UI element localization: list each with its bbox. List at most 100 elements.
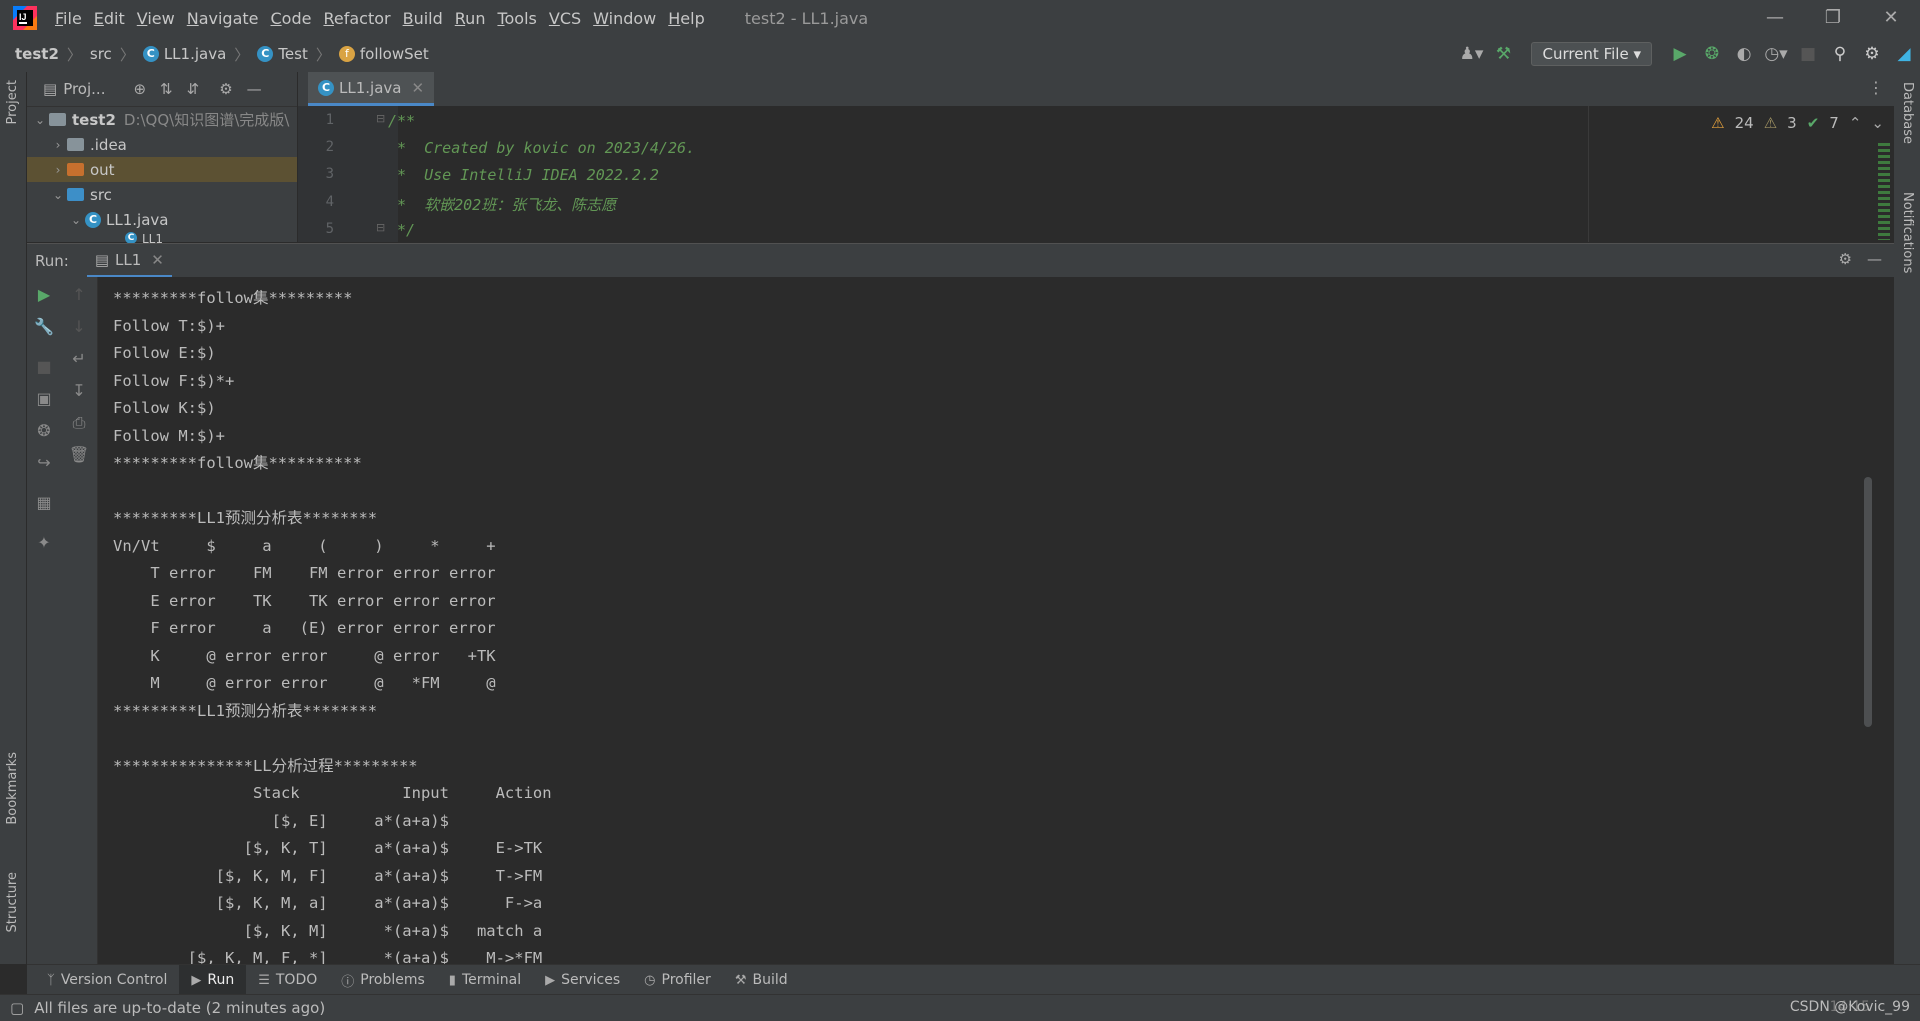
hide-panel-icon[interactable]: — — [1867, 250, 1882, 268]
camera-icon[interactable]: ▣ — [27, 389, 61, 408]
chevron-right-icon[interactable]: › — [49, 138, 67, 152]
tree-item-ll1-java[interactable]: ⌄ C LL1.java — [27, 207, 297, 232]
intellij-logo-icon[interactable]: IJ — [13, 6, 37, 30]
scroll-to-end-icon[interactable]: ↧ — [61, 381, 97, 400]
left-tool-stripe: Project Bookmarks Structure — [0, 72, 27, 964]
breadcrumb-project[interactable]: test2 — [15, 45, 59, 63]
rerun-icon[interactable]: ▶ — [27, 285, 61, 304]
console-output[interactable]: *********follow集********* Follow T:$)+ F… — [113, 285, 1853, 964]
restore-icon[interactable]: ❐ — [1804, 0, 1862, 36]
structure-tool-button[interactable]: Structure — [5, 872, 20, 932]
arrow-down-icon[interactable]: ↓ — [61, 317, 97, 336]
run-tab-ll1[interactable]: ▤ LL1 ✕ — [86, 244, 172, 278]
menu-window[interactable]: Window — [587, 9, 662, 28]
menu-navigate[interactable]: Navigate — [181, 9, 265, 28]
arrow-up-icon[interactable]: ↑ — [61, 285, 97, 304]
debug-icon[interactable]: ❂ — [1696, 44, 1728, 64]
menu-help[interactable]: Help — [662, 9, 710, 28]
breadcrumb-method[interactable]: followSet — [360, 45, 429, 63]
menu-tools[interactable]: Tools — [491, 9, 542, 28]
settings-gear-icon[interactable]: ⚙ — [219, 80, 232, 98]
project-tool-button[interactable]: Project — [5, 80, 20, 124]
chevron-right-icon[interactable]: › — [49, 163, 67, 177]
coverage-icon[interactable]: ◐ — [1728, 44, 1760, 64]
settings-gear-icon[interactable]: ⚙ — [1839, 250, 1852, 268]
java-class-icon: C — [142, 46, 159, 62]
tab-problems[interactable]: ⓘ Problems — [329, 965, 437, 995]
code-editor[interactable]: 1 2 3 4 5 ⊟ ⊟ /** * Created by kovic on … — [298, 106, 1894, 242]
tab-todo[interactable]: ☰ TODO — [246, 965, 329, 995]
menu-build[interactable]: Build — [397, 9, 449, 28]
line-gutter: 1 2 3 4 5 ⊟ ⊟ — [298, 106, 398, 242]
chevron-down-icon[interactable]: ⌄ — [1871, 114, 1884, 132]
close-tab-icon[interactable]: ✕ — [411, 79, 424, 97]
run-toolbar: ♟▾ ⚒ Current File ▾ ▶ ❂ ◐ ◷▾ ■ ⚲ ⚙ ◢ — [1455, 36, 1920, 72]
toolbox-icon[interactable]: ◢ — [1888, 44, 1920, 64]
pin-icon[interactable]: ✦ — [27, 533, 61, 552]
soft-wrap-icon[interactable]: ↵ — [61, 349, 97, 368]
stop-icon[interactable]: ■ — [27, 357, 61, 376]
database-tool-button[interactable]: Database — [1900, 82, 1915, 144]
print-icon[interactable]: ⎙ — [61, 413, 97, 433]
close-icon[interactable]: ✕ — [1862, 0, 1920, 36]
breadcrumb-class[interactable]: Test — [278, 45, 308, 63]
exit-icon[interactable]: ↪ — [27, 453, 61, 472]
bug-icon[interactable]: ❂ — [27, 421, 61, 440]
chevron-down-icon[interactable]: ⌄ — [67, 213, 85, 227]
breadcrumb-file[interactable]: LL1.java — [164, 45, 226, 63]
info-icon: ⓘ — [341, 974, 355, 990]
hide-panel-icon[interactable]: — — [247, 80, 262, 98]
editor-tab-ll1-java[interactable]: C LL1.java ✕ — [308, 72, 435, 106]
menu-view[interactable]: View — [131, 9, 181, 28]
menu-file[interactable]: File — [49, 9, 88, 28]
console-scrollbar[interactable] — [1864, 477, 1872, 727]
menu-run[interactable]: Run — [449, 9, 492, 28]
breadcrumb-src[interactable]: src — [90, 45, 112, 63]
chevron-down-icon[interactable]: ⌄ — [31, 113, 49, 127]
tree-item-out[interactable]: › out — [27, 157, 297, 182]
run-icon[interactable]: ▶ — [1664, 44, 1696, 64]
menu-vcs[interactable]: VCS — [543, 9, 587, 28]
wrench-icon[interactable]: 🔧 — [27, 317, 61, 336]
collapse-all-icon[interactable]: ⇵ — [187, 80, 200, 98]
tab-version-control[interactable]: ᛉ Version Control — [35, 965, 179, 995]
tab-profiler[interactable]: ◷ Profiler — [632, 965, 723, 995]
search-icon[interactable]: ⚲ — [1824, 44, 1856, 64]
tree-item-test2[interactable]: ⌄ test2 D:\QQ\知识图谱\完成版\ — [27, 107, 297, 132]
tab-run[interactable]: ▶ Run — [179, 965, 247, 995]
layout-toggle-icon[interactable]: ▢ — [10, 999, 24, 1017]
expand-all-icon[interactable]: ⇅ — [160, 80, 173, 98]
minimize-icon[interactable]: — — [1746, 0, 1804, 36]
menu-code[interactable]: Code — [265, 9, 318, 28]
chevron-up-icon[interactable]: ⌃ — [1849, 114, 1862, 132]
tree-item-idea[interactable]: › .idea — [27, 132, 297, 157]
settings-gear-icon[interactable]: ⚙ — [1856, 44, 1888, 64]
layout-icon[interactable]: ▦ — [27, 493, 61, 512]
bookmarks-tool-button[interactable]: Bookmarks — [5, 752, 20, 825]
chevron-down-icon[interactable]: ⌄ — [49, 188, 67, 202]
code-line: * Created by kovic on 2023/4/26. — [388, 139, 696, 157]
stop-icon[interactable]: ■ — [1792, 44, 1824, 64]
fold-icon[interactable]: ⊟ — [376, 221, 385, 234]
user-icon[interactable]: ♟▾ — [1455, 44, 1487, 64]
fold-icon[interactable]: ⊟ — [376, 112, 385, 125]
window-controls: — ❐ ✕ — [1746, 0, 1920, 36]
menu-edit[interactable]: Edit — [88, 9, 131, 28]
tab-terminal[interactable]: ▮ Terminal — [437, 965, 533, 995]
inspection-widget[interactable]: ⚠ 24 ⚠ 3 ✔ 7 ⌃ ⌄ — [1711, 114, 1884, 132]
trash-icon[interactable]: 🗑 — [61, 445, 97, 464]
menu-refactor[interactable]: Refactor — [317, 9, 396, 28]
build-hammer-icon[interactable]: ⚒ — [1487, 44, 1519, 64]
more-options-icon[interactable]: ⋮ — [1868, 78, 1884, 97]
tree-item-src[interactable]: ⌄ src — [27, 182, 297, 207]
profile-icon[interactable]: ◷▾ — [1760, 44, 1792, 64]
run-configuration-select[interactable]: Current File ▾ — [1531, 42, 1652, 66]
project-panel-title[interactable]: Proj... — [63, 80, 105, 98]
build-hammer-icon: ⚒ — [734, 972, 747, 988]
notifications-tool-button[interactable]: Notifications — [1900, 192, 1915, 273]
close-tab-icon[interactable]: ✕ — [151, 251, 164, 269]
tab-build[interactable]: ⚒ Build — [723, 965, 800, 995]
status-message[interactable]: All files are up-to-date (2 minutes ago) — [34, 999, 325, 1017]
locate-icon[interactable]: ⊕ — [133, 80, 146, 98]
tab-services[interactable]: ▶ Services — [533, 965, 632, 995]
